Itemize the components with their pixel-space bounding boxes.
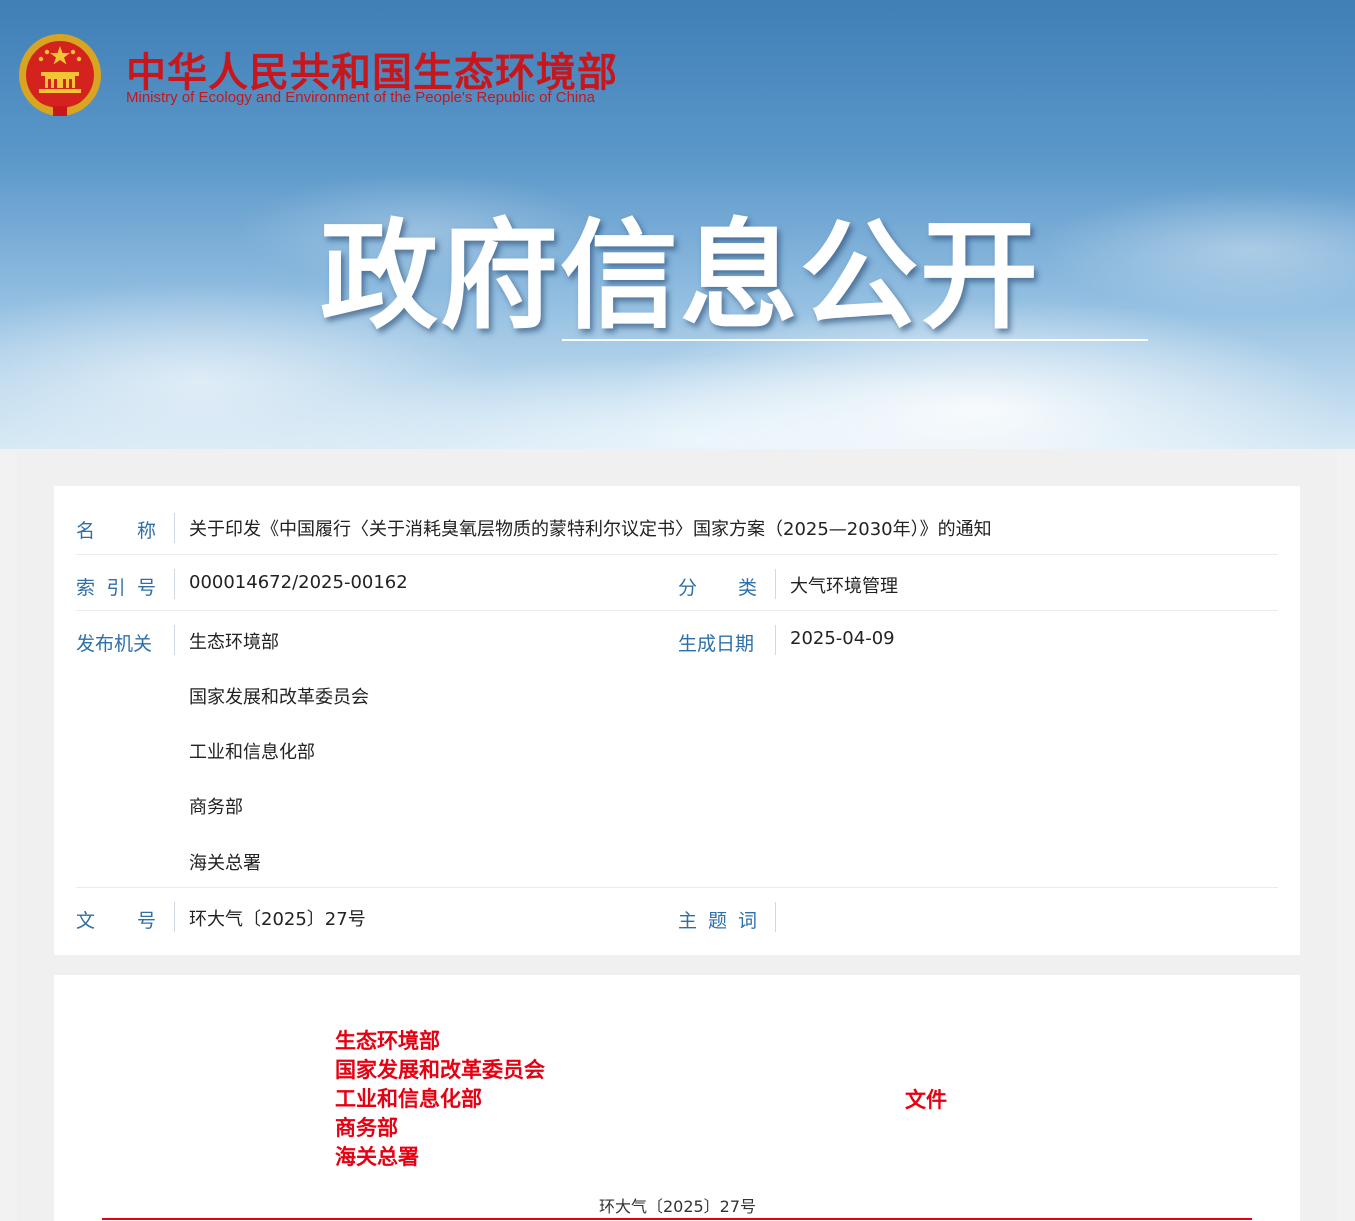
date-label: 生成日期 bbox=[678, 633, 755, 655]
docno-label: 文号 bbox=[76, 910, 156, 932]
row-separator bbox=[76, 887, 1278, 888]
divider bbox=[775, 569, 776, 599]
doc-issuer: 商务部 bbox=[335, 1116, 398, 1140]
doc-file-word: 文件 bbox=[905, 1088, 947, 1112]
divider bbox=[174, 902, 175, 932]
title-underline bbox=[562, 339, 1148, 341]
name-value: 关于印发《中国履行〈关于消耗臭氧层物质的蒙特利尔议定书〉国家方案（2025—20… bbox=[189, 519, 992, 540]
index-value: 000014672/2025-00162 bbox=[189, 572, 408, 593]
doc-issuer: 生态环境部 bbox=[335, 1029, 440, 1053]
doc-number: 环大气〔2025〕27号 bbox=[598, 1197, 757, 1216]
doc-issuer: 工业和信息化部 bbox=[335, 1087, 482, 1111]
row-separator bbox=[76, 554, 1278, 555]
org-name-en: Ministry of Ecology and Environment of t… bbox=[126, 89, 595, 106]
page-title: 政府信息公开 bbox=[319, 207, 1040, 345]
category-value: 大气环境管理 bbox=[790, 576, 898, 597]
issuer-item: 国家发展和改革委员会 bbox=[189, 687, 369, 708]
category-label: 分类 bbox=[678, 577, 757, 599]
document-body bbox=[54, 975, 1300, 1221]
divider bbox=[775, 902, 776, 932]
issuer-item: 海关总署 bbox=[189, 853, 261, 874]
doc-red-rule bbox=[102, 1218, 1252, 1220]
date-value: 2025-04-09 bbox=[790, 628, 895, 649]
row-separator bbox=[76, 610, 1278, 611]
name-label: 名称 bbox=[76, 520, 156, 542]
national-emblem-icon bbox=[19, 34, 101, 116]
issuer-item: 生态环境部 bbox=[189, 632, 279, 653]
keywords-label: 主题词 bbox=[678, 910, 757, 932]
docno-value: 环大气〔2025〕27号 bbox=[189, 909, 366, 930]
issuer-label: 发布机关 bbox=[76, 633, 153, 655]
index-label: 索引号 bbox=[76, 577, 156, 599]
doc-issuer: 海关总署 bbox=[335, 1145, 419, 1169]
divider bbox=[174, 569, 175, 599]
divider bbox=[174, 513, 175, 543]
issuer-item: 商务部 bbox=[189, 797, 243, 818]
info-card bbox=[54, 486, 1300, 955]
divider bbox=[174, 625, 175, 655]
divider bbox=[775, 625, 776, 655]
header-banner: 中华人民共和国生态环境部 Ministry of Ecology and Env… bbox=[0, 0, 1355, 449]
issuer-item: 工业和信息化部 bbox=[189, 742, 315, 763]
doc-issuer: 国家发展和改革委员会 bbox=[335, 1058, 545, 1082]
